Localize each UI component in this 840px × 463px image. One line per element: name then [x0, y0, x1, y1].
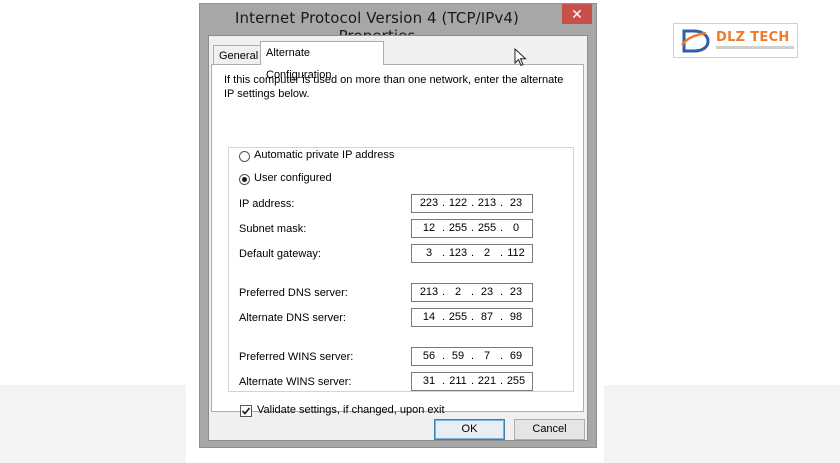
octet: 2 — [454, 286, 462, 298]
octet: 98 — [509, 311, 523, 323]
octet: 255 — [506, 375, 526, 387]
tab-panel: If this computer is used on more than on… — [211, 64, 584, 417]
octet: 2 — [483, 247, 491, 259]
checkmark-icon — [241, 407, 251, 415]
octet: 112 — [507, 247, 525, 259]
octet: 213 — [419, 286, 439, 298]
octet: 69 — [509, 350, 523, 362]
octet: 23 — [480, 286, 494, 298]
octet: 12 — [422, 222, 436, 234]
alternate-wins-label: Alternate WINS server: — [239, 376, 352, 388]
octet: 0 — [512, 222, 520, 234]
octet: 255 — [448, 311, 468, 323]
octet: 23 — [509, 286, 523, 298]
tab-general[interactable]: General — [213, 45, 261, 65]
brand-logo: DLZ TECH — [673, 23, 798, 58]
ip-address-label: IP address: — [239, 198, 295, 210]
octet: 59 — [451, 350, 465, 362]
octet: 122 — [448, 197, 468, 209]
octet: 3 — [425, 247, 433, 259]
logo-text: DLZ TECH — [716, 30, 790, 45]
close-button[interactable]: ✕ — [562, 4, 592, 24]
preferred-dns-label: Preferred DNS server: — [239, 287, 348, 299]
octet: 221 — [477, 375, 497, 387]
octet: 23 — [509, 197, 523, 209]
tab-alternate-configuration[interactable]: Alternate Configuration — [260, 41, 384, 81]
octet: 123 — [448, 247, 468, 259]
octet: 213 — [477, 197, 497, 209]
alternate-dns-label: Alternate DNS server: — [239, 312, 346, 324]
octet: 14 — [422, 311, 436, 323]
octet: 7 — [483, 350, 491, 362]
properties-dialog: Internet Protocol Version 4 (TCP/IPv4) P… — [199, 3, 597, 448]
preferred-dns-input[interactable]: 213. 2. 23. 23 — [411, 283, 533, 302]
ok-button[interactable]: OK — [434, 419, 505, 440]
cancel-button[interactable]: Cancel — [514, 419, 585, 440]
default-gateway-input[interactable]: 3. 123. 2. 112 — [411, 244, 533, 263]
octet: 211 — [449, 375, 467, 387]
octet: 56 — [422, 350, 436, 362]
default-gateway-label: Default gateway: — [239, 248, 321, 260]
octet: 87 — [480, 311, 494, 323]
user-configured-label: User configured — [254, 172, 335, 184]
logo-tagline — [716, 46, 794, 49]
mouse-pointer-icon — [514, 48, 527, 67]
validate-label: Validate settings, if changed, upon exit — [257, 404, 445, 416]
subnet-mask-input[interactable]: 12. 255. 255. 0 — [411, 219, 533, 238]
title-bar[interactable]: Internet Protocol Version 4 (TCP/IPv4) P… — [200, 4, 596, 45]
user-configured-radio[interactable] — [239, 174, 250, 185]
dlz-logo-icon — [681, 29, 710, 53]
octet: 255 — [477, 222, 497, 234]
octet: 255 — [448, 222, 468, 234]
validate-checkbox[interactable] — [240, 405, 252, 417]
close-icon: ✕ — [571, 6, 583, 22]
octet: 31 — [422, 375, 436, 387]
preferred-wins-label: Preferred WINS server: — [239, 351, 354, 363]
alternate-dns-input[interactable]: 14. 255. 87. 98 — [411, 308, 533, 327]
subnet-mask-label: Subnet mask: — [239, 223, 307, 235]
ip-address-input[interactable]: 223. 122. 213. 23 — [411, 194, 533, 213]
alternate-wins-input[interactable]: 31. 211. 221. 255 — [411, 372, 533, 391]
octet: 223 — [419, 197, 439, 209]
dialog-client-area: General Alternate Configuration If this … — [208, 35, 588, 441]
preferred-wins-input[interactable]: 56. 59. 7. 69 — [411, 347, 533, 366]
